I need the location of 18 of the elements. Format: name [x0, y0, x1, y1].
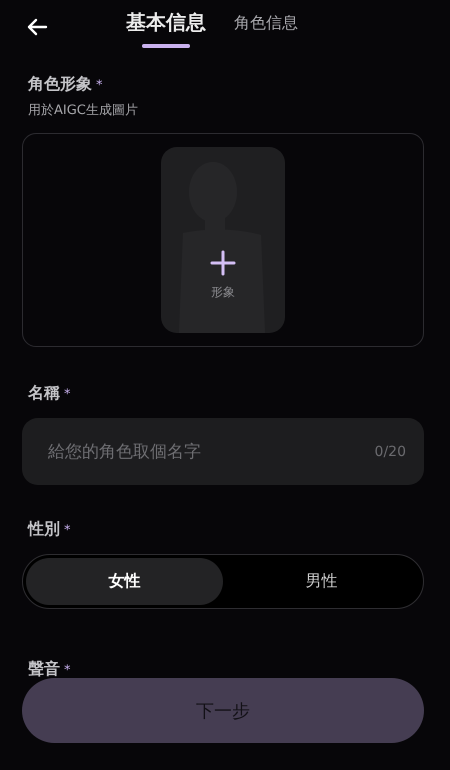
required-mark: * — [96, 78, 102, 93]
required-mark: * — [64, 387, 70, 402]
tab[interactable]: 角色信息 — [234, 12, 298, 44]
hint-text: 用於AIGC生成圖片 — [27, 102, 139, 119]
name-input[interactable]: 給您的角色取個名字 — [46, 440, 375, 462]
section-label: 性別 — [28, 519, 60, 540]
plus-icon — [210, 250, 236, 276]
gender-option[interactable]: 女性 — [26, 558, 223, 605]
section-label: 聲音 — [28, 659, 60, 680]
section-label: 角色形象 — [28, 74, 92, 95]
char-counter: 0/20 — [374, 444, 406, 460]
gender-option[interactable]: 男性 — [223, 558, 420, 605]
upload-label: 形象 — [211, 284, 235, 300]
required-mark: * — [64, 523, 70, 538]
required-mark: * — [64, 663, 70, 678]
section-label: 名稱 — [28, 383, 60, 404]
tab[interactable]: 基本信息 — [126, 8, 206, 58]
upload-card[interactable]: 形象 — [161, 147, 285, 333]
